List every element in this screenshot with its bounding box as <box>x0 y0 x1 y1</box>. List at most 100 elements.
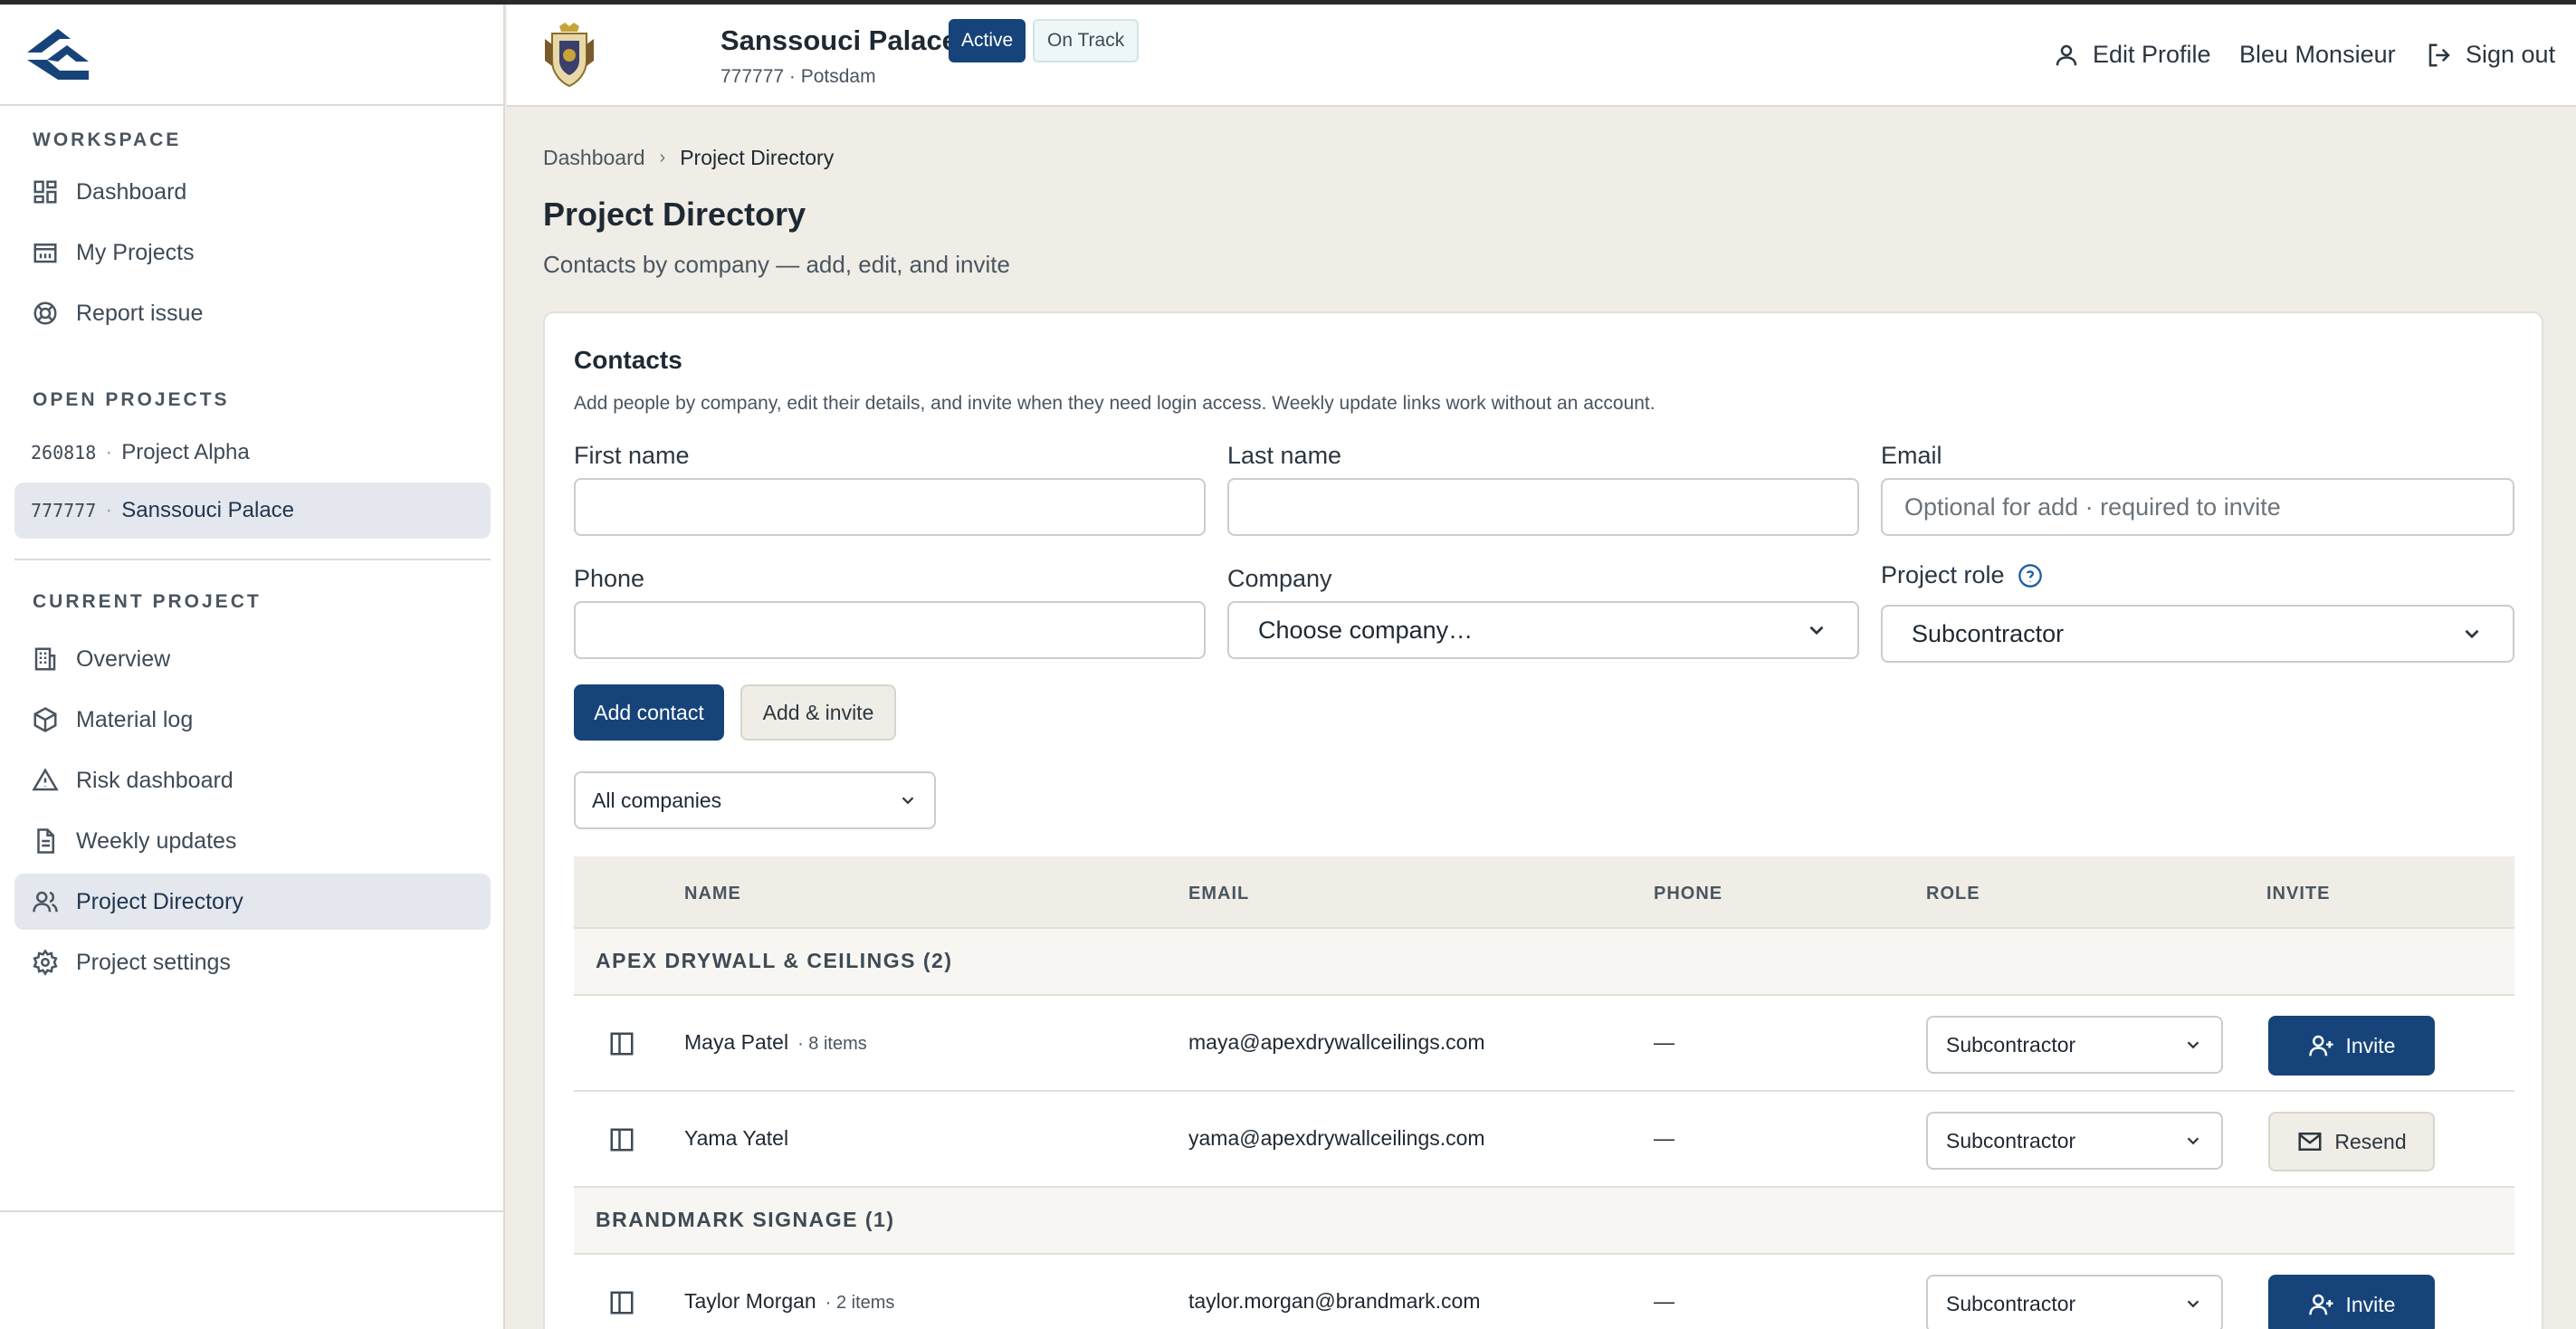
add-invite-button[interactable]: Add & invite <box>740 684 896 741</box>
project-name: Sanssouci Palace <box>121 498 295 522</box>
sign-out-link[interactable]: Sign out <box>2426 41 2555 69</box>
add-contact-button[interactable]: Add contact <box>574 684 724 741</box>
user-plus-icon <box>2308 1294 2333 1315</box>
card-description: Add people by company, edit their detail… <box>574 393 1655 414</box>
sign-out-label: Sign out <box>2466 41 2556 68</box>
sidebar-item-risk-dashboard[interactable]: Risk dashboard <box>14 752 491 808</box>
company-label: Company <box>1227 565 1332 592</box>
email-field[interactable] <box>1881 478 2514 536</box>
breadcrumb-current: Project Directory <box>680 146 835 169</box>
role-select[interactable]: Subcontractor <box>1926 1112 2223 1170</box>
open-project-item[interactable]: 260818 · Project Alpha <box>14 425 491 481</box>
table-row: Yama Yatel yama@apexdrywallceilings.com … <box>574 1092 2514 1188</box>
sidebar-item-label: Report issue <box>76 300 204 326</box>
project-role-select[interactable]: Subcontractor <box>1881 605 2514 663</box>
contact-email: maya@apexdrywallceilings.com <box>1188 1030 1485 1054</box>
help-icon[interactable] <box>2018 563 2043 588</box>
contact-email: yama@apexdrywallceilings.com <box>1188 1126 1485 1150</box>
user-icon <box>2056 44 2077 65</box>
resend-button-label: Resend <box>2334 1129 2407 1153</box>
project-subtitle: 777777 · Potsdam <box>720 66 876 87</box>
company-select[interactable]: Choose company… <box>1227 601 1859 659</box>
sidebar-item-report-issue[interactable]: Report issue <box>14 285 491 341</box>
contacts-card: Contacts Add people by company, edit the… <box>543 311 2543 1329</box>
side-panel-icon[interactable] <box>608 1126 635 1153</box>
open-project-item-active[interactable]: 777777 · Sanssouci Palace <box>14 483 491 539</box>
contact-name-cell: Yama Yatel <box>684 1126 797 1151</box>
contact-name[interactable]: Yama Yatel <box>684 1126 788 1150</box>
sidebar-item-material-log[interactable]: Material log <box>14 692 491 748</box>
contact-phone: — <box>1654 1289 1674 1313</box>
sidebar-item-overview[interactable]: Overview <box>14 631 491 687</box>
box-icon <box>31 705 60 734</box>
logo[interactable] <box>0 5 503 106</box>
first-name-field[interactable] <box>574 478 1206 536</box>
phone-label: Phone <box>574 565 645 592</box>
column-header-email: EMAIL <box>1188 884 1250 904</box>
project-name: Project Alpha <box>121 440 250 464</box>
building-icon <box>31 645 60 674</box>
column-header-phone: PHONE <box>1654 884 1723 904</box>
chevron-right-icon: › <box>659 148 666 167</box>
sidebar-item-my-projects[interactable]: My Projects <box>14 225 491 281</box>
resend-button[interactable]: Resend <box>2268 1112 2435 1171</box>
sidebar-item-dashboard[interactable]: Dashboard <box>14 164 491 220</box>
invite-button[interactable]: Invite <box>2268 1275 2435 1329</box>
sidebar-divider <box>14 559 491 560</box>
role-select[interactable]: Subcontractor <box>1926 1016 2223 1074</box>
sidebar-item-label: Dashboard <box>76 178 187 205</box>
first-name-label: First name <box>574 442 690 469</box>
card-title: Contacts <box>574 346 682 374</box>
contact-name[interactable]: Maya Patel <box>684 1030 788 1054</box>
role-select-value: Subcontractor <box>1946 1128 2076 1152</box>
project-code: 260818 <box>31 442 97 464</box>
sidebar-item-label: Overview <box>76 645 171 672</box>
company-group-label: APEX DRYWALL & CEILINGS (2) <box>596 949 953 972</box>
page-subtitle: Contacts by company — add, edit, and inv… <box>543 251 1010 278</box>
sidebar-item-project-directory[interactable]: Project Directory <box>14 874 491 930</box>
contact-name[interactable]: Taylor Morgan <box>684 1289 816 1313</box>
section-label-current-project: CURRENT PROJECT <box>33 591 262 612</box>
sidebar-item-label: Weekly updates <box>76 827 237 854</box>
company-filter-select[interactable]: All companies <box>574 771 936 829</box>
sidebar-footer-divider <box>0 1210 503 1212</box>
chevron-down-icon <box>2187 1300 2199 1308</box>
chevron-down-icon <box>2465 629 2479 639</box>
company-group-header: BRANDMARK SIGNAGE (1) <box>574 1188 2514 1255</box>
sidebar-item-label: Project settings <box>76 949 231 975</box>
separator-dot: · <box>105 440 113 464</box>
role-select-value: Subcontractor <box>1946 1291 2076 1315</box>
contact-name-cell: Taylor Morgan · 2 items <box>684 1289 894 1314</box>
mail-icon <box>2298 1133 2322 1151</box>
contact-phone: — <box>1654 1126 1674 1150</box>
edit-profile-link[interactable]: Edit Profile <box>2053 41 2211 69</box>
projects-icon <box>31 238 60 267</box>
project-role-label: Project role <box>1881 561 2005 588</box>
sidebar-item-weekly-updates[interactable]: Weekly updates <box>14 813 491 869</box>
chevron-down-icon <box>2187 1041 2199 1049</box>
phone-field[interactable] <box>574 601 1206 659</box>
user-name: Bleu Monsieur <box>2239 41 2396 68</box>
contacts-table: NAME EMAIL PHONE ROLE INVITE APEX DRYWAL… <box>574 856 2514 1329</box>
sidebar-item-project-settings[interactable]: Project settings <box>14 934 491 990</box>
side-panel-icon[interactable] <box>608 1030 635 1057</box>
project-code: 777777 <box>31 500 97 521</box>
side-panel-icon[interactable] <box>608 1289 635 1316</box>
table-header: NAME EMAIL PHONE ROLE INVITE <box>574 856 2514 929</box>
role-select[interactable]: Subcontractor <box>1926 1275 2223 1329</box>
table-row: Maya Patel · 8 items maya@apexdrywallceil… <box>574 996 2514 1092</box>
page-title: Project Directory <box>543 196 806 233</box>
invite-button-label: Invite <box>2345 1033 2396 1057</box>
dashboard-icon <box>31 177 60 206</box>
column-header-invite: INVITE <box>2266 884 2331 904</box>
sidebar-item-label: Material log <box>76 706 194 732</box>
project-role-value: Subcontractor <box>1912 619 2065 647</box>
invite-button[interactable]: Invite <box>2268 1016 2435 1076</box>
chevron-down-icon <box>1809 626 1824 636</box>
column-header-name: NAME <box>684 884 741 904</box>
company-group-header: APEX DRYWALL & CEILINGS (2) <box>574 929 2514 996</box>
breadcrumb-home[interactable]: Dashboard <box>543 146 645 170</box>
document-icon <box>31 827 60 856</box>
last-name-field[interactable] <box>1227 478 1859 536</box>
sidebar-item-label: Risk dashboard <box>76 767 234 793</box>
